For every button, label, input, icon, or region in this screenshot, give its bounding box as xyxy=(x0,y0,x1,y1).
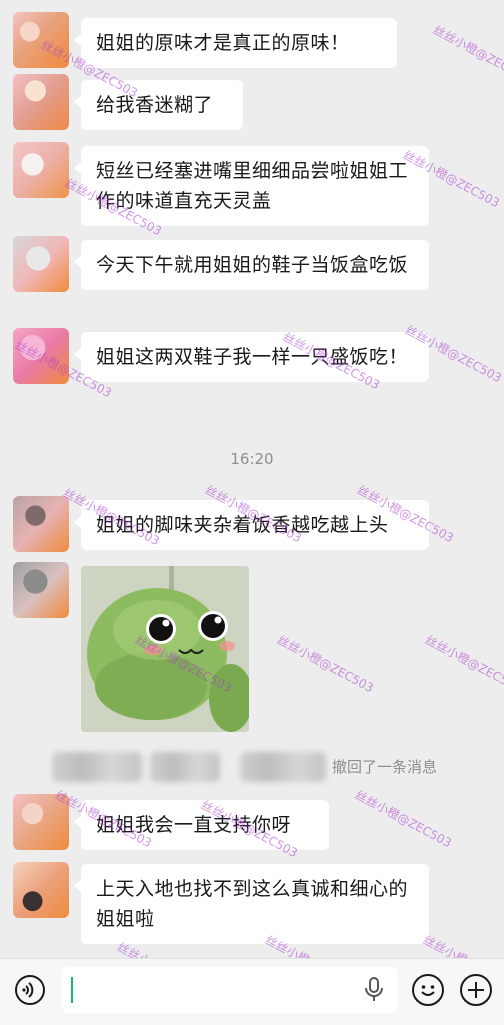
plus-icon xyxy=(468,982,484,998)
emoji-button[interactable] xyxy=(412,974,444,1006)
message-bubble[interactable]: 上天入地也找不到这么真诚和细心的姐姐啦 xyxy=(74,864,429,944)
voice-icon xyxy=(22,982,34,998)
text-cursor xyxy=(71,977,73,1003)
avatar[interactable] xyxy=(13,236,69,292)
blurred-name xyxy=(150,752,220,782)
watermark: 丝丝小橙@ZEC503 xyxy=(274,632,376,696)
avatar[interactable] xyxy=(13,496,69,552)
timestamp: 16:20 xyxy=(230,450,274,468)
avatar[interactable] xyxy=(13,74,69,130)
emoji-icon xyxy=(421,985,435,996)
avatar[interactable] xyxy=(13,328,69,384)
sticker-image[interactable] xyxy=(81,566,249,732)
message-input[interactable] xyxy=(62,967,398,1013)
avatar[interactable] xyxy=(13,142,69,198)
blurred-name xyxy=(240,752,326,782)
message-bubble[interactable]: 姐姐这两双鞋子我一样一只盛饭吃！ xyxy=(74,332,429,382)
message-bubble[interactable]: 今天下午就用姐姐的鞋子当饭盒吃饭 xyxy=(74,240,429,290)
microphone-icon[interactable] xyxy=(364,977,384,1003)
avatar[interactable] xyxy=(13,794,69,850)
blurred-name xyxy=(52,752,142,782)
watermark: 丝丝小橙@ZEC503 xyxy=(430,22,504,86)
message-bubble[interactable]: 给我香迷糊了 xyxy=(74,80,243,130)
message-bubble[interactable]: 短丝已经塞进嘴里细细品尝啦姐姐工作的味道直充天灵盖 xyxy=(74,146,429,226)
voice-button[interactable] xyxy=(15,975,45,1005)
green-frog-sticker-icon xyxy=(81,566,249,732)
watermark: 丝丝小橙@ZEC503 xyxy=(422,632,504,696)
recall-text: 撤回了一条消息 xyxy=(332,758,438,776)
input-bar xyxy=(0,958,504,1025)
avatar[interactable] xyxy=(13,862,69,918)
message-bubble[interactable]: 姐姐的脚味夹杂着饭香越吃越上头 xyxy=(74,500,429,550)
plus-button[interactable] xyxy=(460,974,492,1006)
message-bubble[interactable]: 姐姐的原味才是真正的原味！ xyxy=(74,18,397,68)
message-bubble[interactable]: 姐姐我会一直支持你呀 xyxy=(74,800,329,850)
recall-notice: 撤回了一条消息 xyxy=(0,752,504,782)
avatar[interactable] xyxy=(13,12,69,68)
avatar[interactable] xyxy=(13,562,69,618)
watermark: 丝丝小橙@ZEC503 xyxy=(352,787,454,851)
